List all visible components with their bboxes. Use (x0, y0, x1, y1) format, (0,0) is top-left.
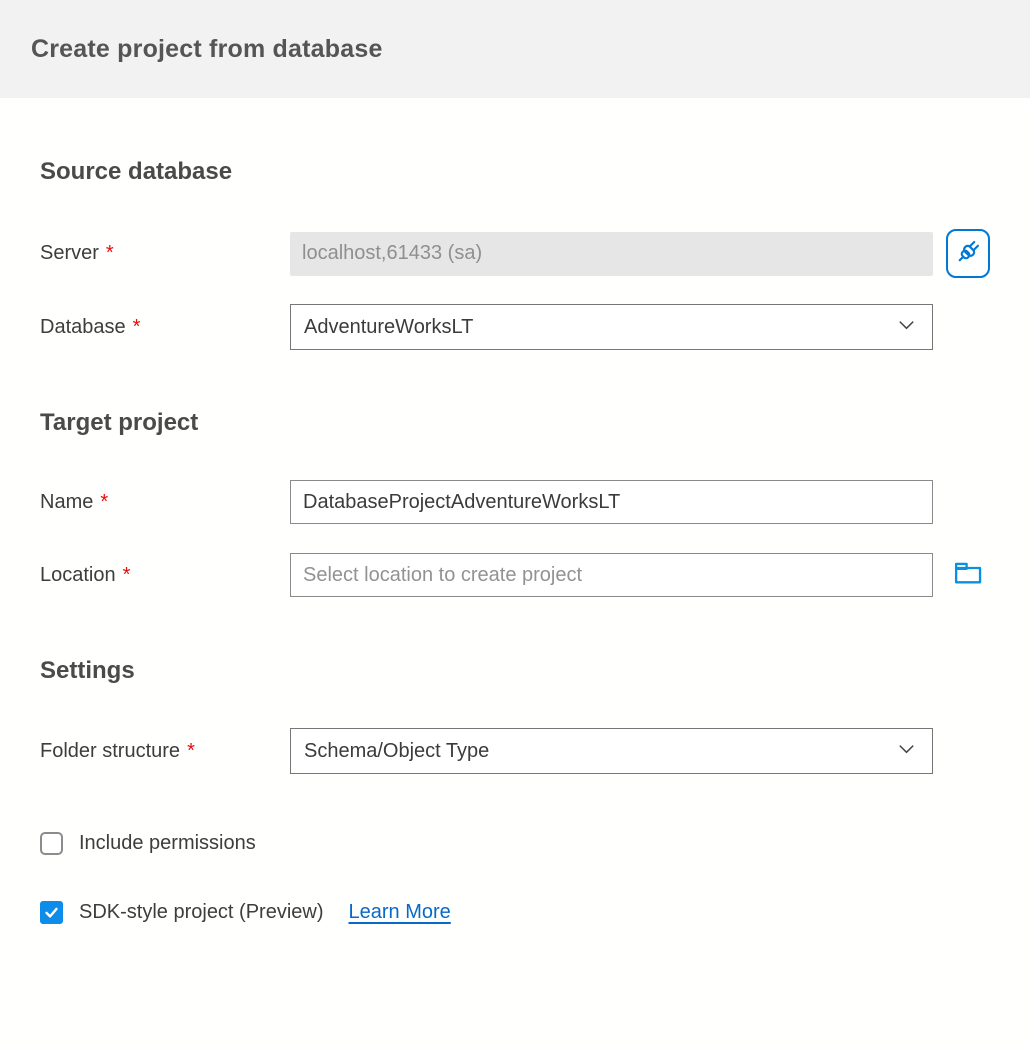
database-row: Database* AdventureWorksLT (40, 304, 990, 350)
section-title-source-database: Source database (40, 155, 990, 188)
required-asterisk: * (133, 316, 141, 338)
name-row: Name* (40, 480, 990, 524)
dialog-header: Create project from database (0, 0, 1030, 98)
plug-icon (952, 236, 984, 271)
chevron-down-icon (895, 313, 918, 341)
location-row: Location* (40, 553, 990, 597)
dialog-body: Source database Server* Database* (0, 155, 1030, 924)
database-select[interactable]: AdventureWorksLT (290, 304, 933, 350)
name-label: Name* (40, 491, 290, 514)
section-title-settings: Settings (40, 654, 990, 687)
include-permissions-row: Include permissions (40, 832, 990, 855)
database-selected-value: AdventureWorksLT (304, 316, 473, 339)
location-input[interactable] (290, 553, 933, 597)
required-asterisk: * (100, 491, 108, 513)
learn-more-link[interactable]: Learn More (349, 901, 451, 924)
checkmark-icon (43, 904, 60, 921)
required-asterisk: * (187, 740, 195, 762)
folder-structure-select[interactable]: Schema/Object Type (290, 728, 933, 774)
include-permissions-label: Include permissions (79, 832, 256, 855)
browse-folder-button[interactable] (948, 555, 988, 595)
folder-icon (952, 557, 985, 593)
location-label: Location* (40, 564, 290, 587)
project-name-input[interactable] (290, 480, 933, 524)
required-asterisk: * (106, 242, 114, 264)
server-row: Server* (40, 229, 990, 278)
folder-structure-label: Folder structure* (40, 740, 290, 763)
sdk-style-row: SDK-style project (Preview) Learn More (40, 901, 990, 924)
section-title-target-project: Target project (40, 406, 990, 439)
folder-structure-row: Folder structure* Schema/Object Type (40, 728, 990, 774)
required-asterisk: * (123, 564, 131, 586)
include-permissions-checkbox[interactable] (40, 832, 63, 855)
database-label: Database* (40, 316, 290, 339)
chevron-down-icon (895, 737, 918, 765)
change-connection-button[interactable] (946, 229, 990, 278)
server-label: Server* (40, 242, 290, 265)
sdk-style-label: SDK-style project (Preview) (79, 901, 324, 924)
page-title: Create project from database (31, 35, 383, 64)
sdk-style-checkbox[interactable] (40, 901, 63, 924)
folder-structure-selected-value: Schema/Object Type (304, 740, 489, 763)
server-input (290, 232, 933, 276)
